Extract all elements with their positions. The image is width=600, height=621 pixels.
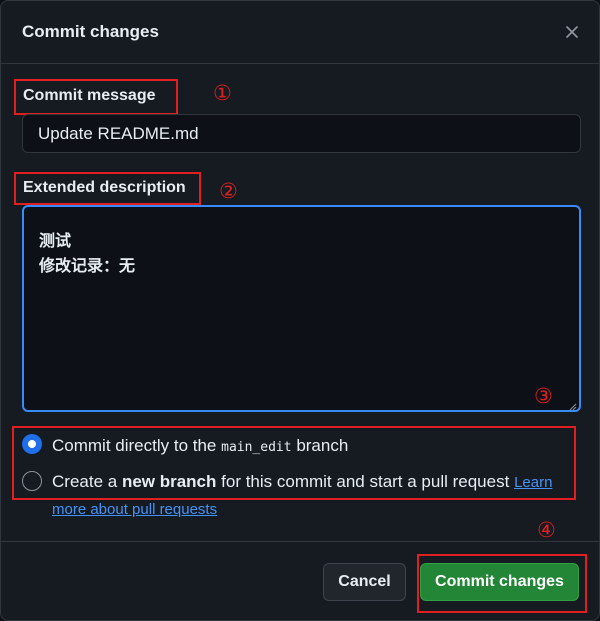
commit-directly-suffix: branch (296, 436, 349, 455)
description-line-2: 修改记录：无 (39, 256, 136, 275)
branch-name: main_edit (221, 440, 292, 455)
footer-divider (1, 541, 599, 542)
new-branch-label[interactable]: Create a new branch for this commit and … (52, 472, 552, 492)
commit-dialog: Commit changes Commit message ① Extended… (0, 0, 600, 621)
annotation-marker-1: ① (213, 81, 232, 105)
new-branch-bold: new branch (121, 472, 217, 491)
commit-directly-prefix: Commit directly to the (52, 436, 217, 455)
dialog-title: Commit changes (22, 22, 159, 41)
commit-directly-label[interactable]: Commit directly to the main_edit branch (52, 436, 348, 456)
commit-message-input[interactable] (22, 114, 581, 153)
extended-description-textarea[interactable]: 测试 修改记录：无 (22, 205, 581, 412)
annotation-box-1 (14, 79, 178, 115)
description-line-1: 测试 (39, 231, 72, 250)
close-icon[interactable] (561, 21, 583, 43)
new-branch-radio[interactable] (22, 471, 42, 491)
resize-handle-icon[interactable] (567, 398, 577, 411)
annotation-marker-3: ③ (534, 384, 553, 408)
dialog-header: Commit changes (1, 1, 599, 64)
annotation-marker-2: ② (219, 179, 238, 203)
cancel-button[interactable]: Cancel (323, 563, 406, 601)
new-branch-prefix: Create a (52, 472, 118, 491)
learn-more-link[interactable]: Learn (514, 474, 552, 491)
commit-changes-button[interactable]: Commit changes (420, 563, 579, 601)
new-branch-suffix: for this commit and start a pull request (221, 472, 510, 491)
learn-more-link-continued[interactable]: more about pull requests (52, 501, 217, 518)
annotation-box-2 (14, 172, 201, 205)
commit-directly-radio[interactable] (22, 434, 42, 454)
annotation-marker-4: ④ (537, 518, 556, 542)
